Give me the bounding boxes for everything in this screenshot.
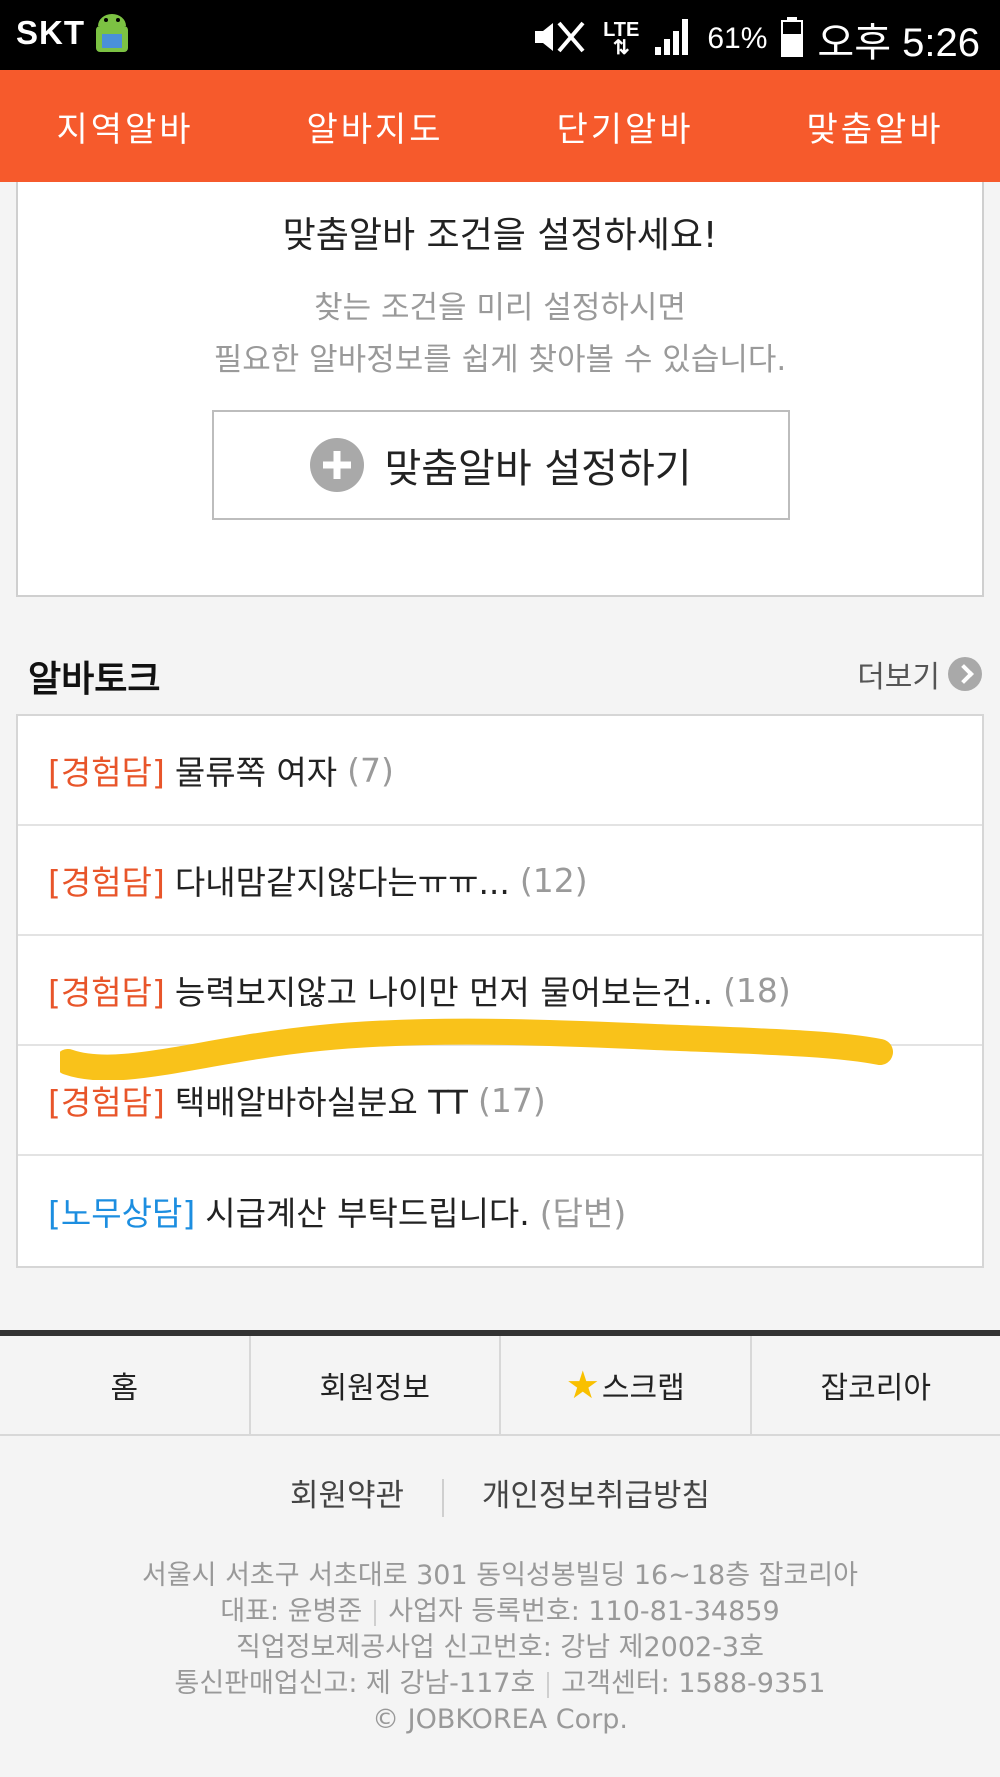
list-item[interactable]: [경험담] 물류쪽 여자 (7) bbox=[18, 716, 982, 826]
company-line-4: 통신판매업신고: 제 강남-117호 고객센터: 1588-9351 bbox=[0, 1666, 1000, 1702]
comment-count: (18) bbox=[723, 970, 791, 1010]
terms-link[interactable]: 회원약관 bbox=[290, 1478, 404, 1514]
setup-button-label: 맞춤알바 설정하기 bbox=[384, 446, 692, 492]
footer-scrap-link[interactable]: ★ 스크랩 bbox=[501, 1336, 752, 1434]
tab-alba-map[interactable]: 알바지도 bbox=[250, 70, 500, 182]
job-info-registration: 직업정보제공사업 신고번호: 강남 제2002-3호 bbox=[236, 1632, 764, 1663]
post-title: 능력보지않고 나이만 먼저 물어보는건.. bbox=[174, 973, 714, 1012]
privacy-policy-link[interactable]: 개인정보취급방침 bbox=[482, 1478, 710, 1514]
battery-percent: 61% bbox=[707, 22, 768, 55]
custom-alba-title: 맞춤알바 조건을 설정하세요! bbox=[282, 215, 718, 256]
alba-talk-list: [경험담] 물류쪽 여자 (7) [경험담] 다내맘같지않다는ㅠㅠ... (12… bbox=[16, 714, 984, 1268]
tab-short-term-alba[interactable]: 단기알바 bbox=[500, 70, 750, 182]
post-title: 시급계산 부탁드립니다. bbox=[205, 1194, 530, 1233]
mute-icon bbox=[529, 17, 589, 61]
category-tag: [노무상담] bbox=[48, 1194, 196, 1233]
carrier-label: SKT bbox=[16, 14, 85, 51]
chevron-right-icon bbox=[948, 657, 982, 691]
custom-alba-card: 맞춤알바 조건을 설정하세요! 찾는 조건을 미리 설정하시면 필요한 알바정보… bbox=[16, 182, 984, 597]
list-item[interactable]: [경험담] 다내맘같지않다는ㅠㅠ... (12) bbox=[18, 826, 982, 936]
status-bar: SKT LTE ⇅ 61% 오후 5:26 bbox=[0, 0, 1000, 70]
star-icon: ★ bbox=[565, 1363, 600, 1407]
category-tag: [경험담] bbox=[48, 973, 165, 1012]
android-icon bbox=[90, 10, 134, 62]
divider bbox=[374, 1599, 377, 1626]
top-nav: 지역알바 알바지도 단기알바 맞춤알바 bbox=[0, 70, 1000, 182]
list-item[interactable]: [노무상담] 시급계산 부탁드립니다. (답변) bbox=[18, 1156, 982, 1266]
divider bbox=[441, 1478, 444, 1517]
mail-order-registration: 통신판매업신고: 제 강남-117호 bbox=[174, 1668, 536, 1699]
battery-icon bbox=[781, 17, 804, 61]
list-item[interactable]: [경험담] 능력보지않고 나이만 먼저 물어보는건.. (18) bbox=[18, 936, 982, 1046]
category-tag: [경험담] bbox=[48, 753, 165, 792]
footer-member-info-link[interactable]: 회원정보 bbox=[251, 1336, 501, 1434]
comment-count: (12) bbox=[519, 860, 588, 900]
custom-alba-setup-button[interactable]: 맞춤알바 설정하기 bbox=[212, 410, 790, 520]
description-line-1: 찾는 조건을 미리 설정하시면 bbox=[314, 290, 686, 326]
description-line-2: 필요한 알바정보를 쉽게 찾아볼 수 있습니다. bbox=[213, 342, 787, 378]
post-title: 다내맘같지않다는ㅠㅠ... bbox=[174, 863, 510, 902]
category-tag: [경험담] bbox=[48, 863, 165, 902]
more-label: 더보기 bbox=[857, 660, 940, 695]
lte-icon: LTE ⇅ bbox=[603, 19, 640, 59]
business-number: 사업자 등록번호: 110-81-34859 bbox=[388, 1596, 780, 1627]
scrap-label: 스크랩 bbox=[601, 1371, 685, 1406]
footer-nav: 홈 회원정보 ★ 스크랩 잡코리아 bbox=[0, 1336, 1000, 1436]
custom-alba-description: 찾는 조건을 미리 설정하시면 필요한 알바정보를 쉽게 찾아볼 수 있습니다. bbox=[18, 282, 982, 386]
post-title: 택배알바하실분요 TT bbox=[174, 1083, 468, 1122]
company-address: 서울시 서초구 서초대로 301 동익성봉빌딩 16~18층 잡코리아 bbox=[141, 1560, 858, 1591]
alba-talk-heading: 알바토크 bbox=[28, 659, 161, 700]
footer-home-link[interactable]: 홈 bbox=[0, 1336, 251, 1434]
policy-links: 회원약관 개인정보취급방침 bbox=[0, 1470, 1000, 1517]
comment-count: (7) bbox=[347, 750, 394, 790]
divider bbox=[547, 1671, 550, 1698]
answer-status: (답변) bbox=[539, 1194, 627, 1233]
company-info: 서울시 서초구 서초대로 301 동익성봉빌딩 16~18층 잡코리아 대표: … bbox=[0, 1558, 1000, 1738]
plus-circle-icon bbox=[310, 438, 365, 492]
more-link[interactable]: 더보기 bbox=[857, 652, 982, 696]
copyright: © JOBKOREA Corp. bbox=[372, 1704, 628, 1735]
footer-jobkorea-link[interactable]: 잡코리아 bbox=[752, 1336, 1000, 1434]
customer-center: 고객센터: 1588-9351 bbox=[561, 1668, 826, 1699]
tab-custom-alba[interactable]: 맞춤알바 bbox=[750, 70, 1000, 182]
ceo-info: 대표: 윤병준 bbox=[220, 1596, 363, 1627]
post-title: 물류쪽 여자 bbox=[174, 753, 338, 792]
tab-region-alba[interactable]: 지역알바 bbox=[0, 70, 250, 182]
category-tag: [경험담] bbox=[48, 1083, 165, 1122]
company-line-2: 대표: 윤병준 사업자 등록번호: 110-81-34859 bbox=[0, 1594, 1000, 1630]
signal-icon bbox=[653, 17, 693, 61]
comment-count: (17) bbox=[477, 1080, 546, 1120]
clock: 오후 5:26 bbox=[817, 21, 980, 65]
list-item[interactable]: [경험담] 택배알바하실분요 TT (17) bbox=[18, 1046, 982, 1156]
